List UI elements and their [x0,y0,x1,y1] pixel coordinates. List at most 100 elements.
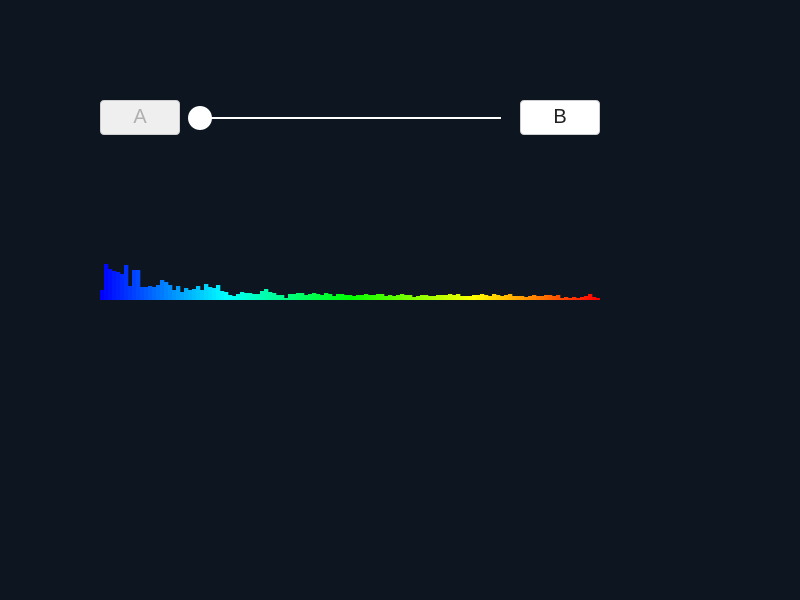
spectrum-bar [204,284,209,300]
spectrum-bar [284,298,289,300]
spectrum-bar [152,287,157,300]
spectrum-bar [324,293,329,300]
spectrum-bar [348,295,353,300]
spectrum-bar [304,295,309,300]
spectrum-bar [296,293,301,300]
spectrum-bar [504,295,509,300]
spectrum-bar [312,293,317,300]
spectrum-bar [184,288,189,300]
spectrum-bar [540,296,545,300]
spectrum-bar [164,282,169,300]
spectrum-bar [516,296,521,300]
spectrum-bar [420,295,425,300]
spectrum-bar [224,292,229,300]
spectrum-bar [376,294,381,300]
spectrum-bar [364,294,369,300]
spectrum-bar [120,274,125,300]
spectrum-bar [208,287,213,300]
spectrum-bar [384,296,389,300]
spectrum-bar [308,294,313,300]
spectrum-bar [456,294,461,300]
spectrum-bar [500,296,505,300]
spectrum-bar [336,294,341,300]
spectrum-bar [192,289,197,300]
spectrum-bar [128,286,133,300]
spectrum-bar [244,293,249,300]
spectrum-bar [424,295,429,300]
spectrum-bar [432,296,437,300]
spectrum-bar [596,298,600,300]
spectrum-bar [188,290,193,300]
spectrum-bar [584,296,589,300]
spectrum-bar [220,291,225,300]
spectrum-bar [512,296,517,300]
spectrum-bar [180,292,185,300]
spectrum-visualizer [100,264,600,300]
spectrum-bar [276,295,281,300]
spectrum-bar [148,286,153,300]
spectrum-bar [200,290,205,300]
spectrum-bar [316,294,321,300]
b-button[interactable]: B [520,100,600,135]
spectrum-bar [428,296,433,300]
spectrum-bar [344,295,349,300]
spectrum-bar [448,294,453,300]
spectrum-bar [256,294,261,300]
spectrum-bar [472,295,477,300]
spectrum-bar [508,294,513,300]
spectrum-bar [460,296,465,300]
crossfade-slider[interactable] [188,105,501,131]
spectrum-bar [288,294,293,300]
spectrum-bar [140,287,145,300]
spectrum-bar [380,294,385,300]
spectrum-bar [484,295,489,300]
spectrum-bar [112,271,117,300]
spectrum-bar [412,297,417,300]
spectrum-bar [528,296,533,300]
spectrum-bar [492,294,497,300]
spectrum-bar [576,298,581,300]
spectrum-bar [532,295,537,300]
a-button[interactable]: A [100,100,180,135]
spectrum-bar [108,269,113,300]
spectrum-bar [232,296,237,300]
spectrum-bar [568,298,573,300]
spectrum-bar [372,295,377,300]
spectrum-bar [196,286,201,300]
spectrum-bar [396,295,401,300]
spectrum-bar [216,285,221,300]
spectrum-bar [524,297,529,300]
spectrum-bar [328,294,333,300]
spectrum-bar [160,280,165,300]
spectrum-bar [340,294,345,300]
spectrum-bar [264,289,269,300]
spectrum-bar [560,298,565,300]
slider-thumb[interactable] [188,106,212,130]
spectrum-bar [476,295,481,300]
spectrum-bar [168,285,173,300]
spectrum-bar [236,294,241,300]
spectrum-bar [416,296,421,300]
spectrum-bar [132,270,137,300]
audio-mixer-stage: A B [0,0,800,600]
spectrum-bar [488,296,493,300]
slider-track [200,117,501,119]
spectrum-bar [552,296,557,300]
spectrum-bar [404,295,409,300]
spectrum-bar [252,294,257,300]
spectrum-bar [268,292,273,300]
spectrum-bar [332,296,337,300]
spectrum-bar [228,295,233,300]
spectrum-bar [592,297,597,300]
spectrum-bar [480,294,485,300]
spectrum-bar [572,297,577,300]
spectrum-bar [248,293,253,300]
spectrum-bar [468,296,473,300]
spectrum-bar [548,295,553,300]
spectrum-bar [292,294,297,300]
spectrum-bar [240,292,245,300]
spectrum-bar [580,297,585,300]
spectrum-bar [144,287,149,300]
spectrum-bar [352,296,357,300]
spectrum-bar [116,272,121,300]
